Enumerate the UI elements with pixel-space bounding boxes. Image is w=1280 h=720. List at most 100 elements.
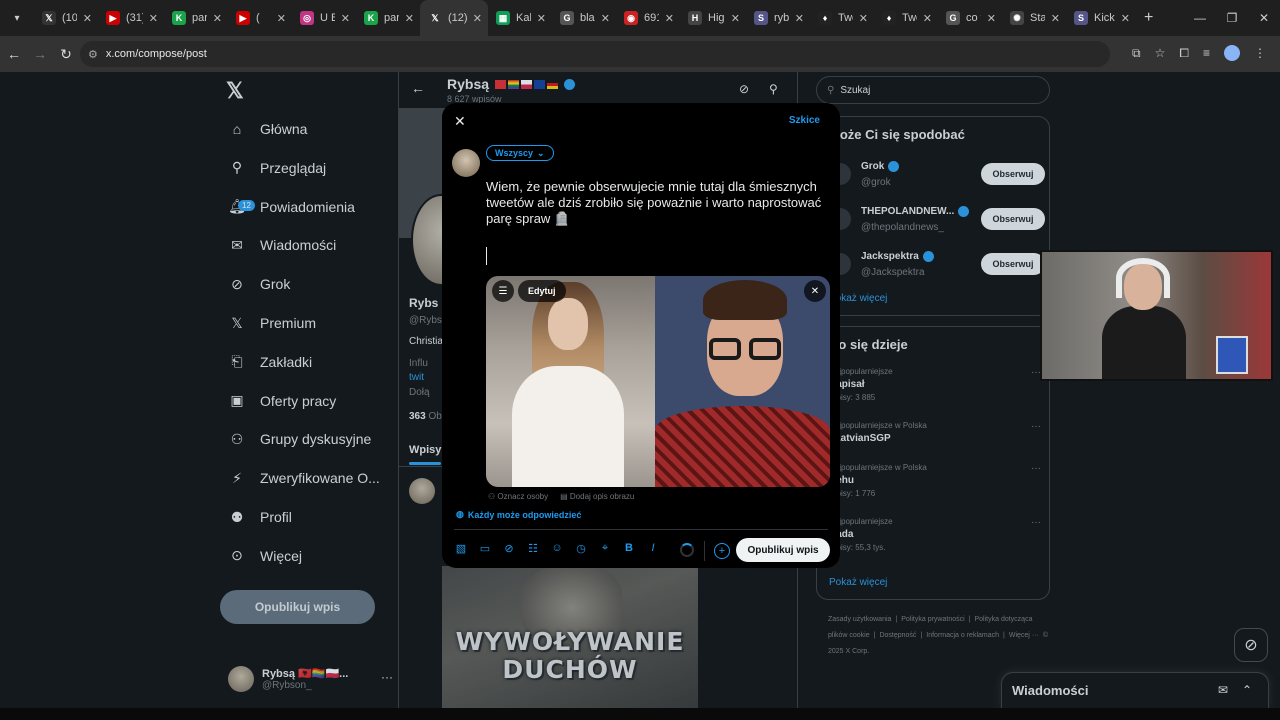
bold-icon[interactable]: B [622, 541, 636, 555]
browser-tab[interactable]: ✺ Stak ✕ [1002, 0, 1066, 36]
tab-title: co to [966, 12, 981, 24]
publish-button[interactable]: Opublikuj wpis [736, 538, 830, 562]
avatar [452, 149, 480, 177]
tab-close-icon[interactable]: ✕ [731, 12, 740, 25]
tab-favicon-icon: ✺ [1010, 11, 1024, 25]
tab-title: 6911 [644, 12, 659, 24]
browser-tab[interactable]: ♦ Twoj ✕ [810, 0, 874, 36]
audience-label: Wszyscy [495, 148, 534, 158]
browser-tab[interactable]: ♦ Twoj ✕ [874, 0, 938, 36]
tab-favicon-icon: 𝕏 [428, 11, 442, 25]
back-nav-icon[interactable]: ← [2, 46, 26, 62]
tab-title: U Bo [320, 12, 335, 24]
gif-icon[interactable]: ▭ [478, 541, 492, 555]
tab-title: (10) [62, 12, 77, 24]
tab-favicon-icon: ▶ [106, 11, 120, 25]
poll-icon[interactable]: ☷ [526, 541, 540, 555]
italic-icon[interactable]: I [646, 541, 660, 555]
tab-close-icon[interactable]: ✕ [277, 12, 286, 25]
bookmark-star-icon[interactable]: ☆ [1155, 46, 1166, 60]
reorder-icon[interactable]: ☰ [492, 280, 514, 302]
media-tags: ⚇ Oznacz osoby ▤ Dodaj opis obrazu [488, 492, 634, 501]
browser-tab[interactable]: Gco to ✕ [938, 0, 1002, 36]
tab-close-icon[interactable]: ✕ [665, 12, 674, 25]
edit-media-button[interactable]: Edytuj [518, 280, 566, 302]
tab-favicon-icon: ▶ [236, 11, 250, 25]
browser-toolbar-right: ⧉ ☆ ⧠ ≡ ⋮ [1132, 45, 1266, 61]
reload-icon[interactable]: ↻ [54, 46, 78, 63]
add-alt-text-button[interactable]: ▤ Dodaj opis obrazu [560, 492, 634, 501]
tab-list: 𝕏(10)✕▶(31)✕Kpara✕▶(✕◎U Bo✕Kpara✕𝕏(12)✕▦… [34, 0, 1136, 36]
media-controls-icon[interactable]: ≡ [1203, 46, 1210, 60]
bottom-strip [0, 708, 1280, 720]
extensions-icon[interactable]: ⧠ [1179, 46, 1189, 61]
browser-tab[interactable]: ◉ 6911 ✕ [616, 0, 680, 36]
browser-tab[interactable]: ▶ (31) ✕ [98, 0, 164, 36]
tab-favicon-icon: ▦ [496, 11, 510, 25]
audience-dropdown[interactable]: Wszyscy ⌄ [486, 145, 554, 161]
remove-media-icon[interactable]: ✕ [804, 280, 826, 302]
browser-tab[interactable]: 𝕏 (10) ✕ [34, 0, 98, 36]
text-caret [486, 247, 487, 265]
browser-tab[interactable]: S Kick ✕ [1066, 0, 1136, 36]
browser-tab[interactable]: Gblack ✕ [552, 0, 616, 36]
tab-close-icon[interactable]: ✕ [537, 12, 546, 25]
minimize-icon[interactable]: — [1184, 11, 1216, 25]
url-bar[interactable]: ⚙ x.com/compose/post [80, 41, 1110, 67]
image-icon[interactable]: ▧ [454, 541, 468, 555]
schedule-icon[interactable]: ◷ [574, 541, 588, 555]
browser-tab[interactable]: Srybs ✕ [746, 0, 810, 36]
attached-photo-right[interactable] [655, 276, 830, 487]
compose-toolbar: ▧ ▭ ⊘ ☷ ☺ ◷ ⌖ B I [454, 541, 660, 555]
forward-nav-icon[interactable]: → [28, 46, 52, 62]
url-text: x.com/compose/post [105, 48, 207, 60]
maximize-icon[interactable]: ❐ [1216, 11, 1248, 25]
tab-close-icon[interactable]: ✕ [1051, 12, 1060, 25]
tab-close-icon[interactable]: ✕ [83, 12, 92, 25]
attached-media: ☰ Edytuj ✕ [486, 276, 830, 487]
tab-close-icon[interactable]: ✕ [987, 12, 996, 25]
tab-title: rybs [774, 12, 789, 24]
tab-search-button[interactable]: ▾ [6, 7, 28, 29]
window-controls: — ❐ ✕ [1184, 0, 1280, 36]
photo-hair [703, 280, 787, 320]
webcam-poster [1216, 336, 1248, 374]
new-tab-button[interactable]: + [1144, 9, 1153, 27]
compose-dialog: ✕ Szkice Wszyscy ⌄ Wiem, że pewnie obser… [442, 103, 840, 568]
tab-close-icon[interactable]: ✕ [923, 12, 932, 25]
browser-tab[interactable]: Kpara ✕ [356, 0, 420, 36]
close-icon[interactable]: ✕ [454, 113, 466, 130]
browser-tab-strip: ▾ 𝕏 (10) ✕ ▶ (31) ✕ Kpara ✕ ▶ (✕ ◎ U Bo ✕ Kpara ✕ 𝕏 (12)… [0, 0, 1280, 36]
browser-tab[interactable]: Kpara ✕ [164, 0, 228, 36]
add-post-icon[interactable]: + [714, 543, 730, 559]
tab-close-icon[interactable]: ✕ [795, 12, 804, 25]
browser-menu-icon[interactable]: ⋮ [1254, 46, 1266, 60]
tab-title: Kale [516, 12, 531, 24]
tab-close-icon[interactable]: ✕ [149, 12, 158, 25]
tab-close-icon[interactable]: ✕ [341, 12, 350, 25]
location-icon[interactable]: ⌖ [598, 541, 612, 555]
install-app-icon[interactable]: ⧉ [1132, 46, 1141, 61]
close-window-icon[interactable]: ✕ [1248, 11, 1280, 25]
attached-photo-left[interactable] [486, 276, 655, 487]
post-text[interactable]: Wiem, że pewnie obserwujecie mnie tutaj … [486, 179, 826, 227]
site-info-icon[interactable]: ⚙ [88, 48, 98, 61]
tag-people-button[interactable]: ⚇ Oznacz osoby [488, 492, 548, 501]
browser-tab[interactable]: 𝕏 (12) ✕ [420, 0, 488, 36]
browser-tab[interactable]: ▶ (✕ [228, 0, 292, 36]
profile-avatar-icon[interactable] [1224, 45, 1240, 61]
tab-title: Kick [1094, 12, 1115, 24]
drafts-button[interactable]: Szkice [789, 115, 820, 126]
tab-close-icon[interactable]: ✕ [405, 12, 414, 25]
tab-close-icon[interactable]: ✕ [859, 12, 868, 25]
browser-tab[interactable]: ▦ Kale ✕ [488, 0, 552, 36]
tab-close-icon[interactable]: ✕ [473, 12, 482, 25]
emoji-icon[interactable]: ☺ [550, 541, 564, 555]
browser-tab[interactable]: ◎ U Bo ✕ [292, 0, 356, 36]
tab-close-icon[interactable]: ✕ [601, 12, 610, 25]
tab-close-icon[interactable]: ✕ [1121, 12, 1130, 25]
grok-icon[interactable]: ⊘ [502, 541, 516, 555]
browser-tab[interactable]: H High ✕ [680, 0, 746, 36]
reply-settings-button[interactable]: ◍ Każdy może odpowiedzieć [456, 509, 581, 520]
tab-close-icon[interactable]: ✕ [213, 12, 222, 25]
